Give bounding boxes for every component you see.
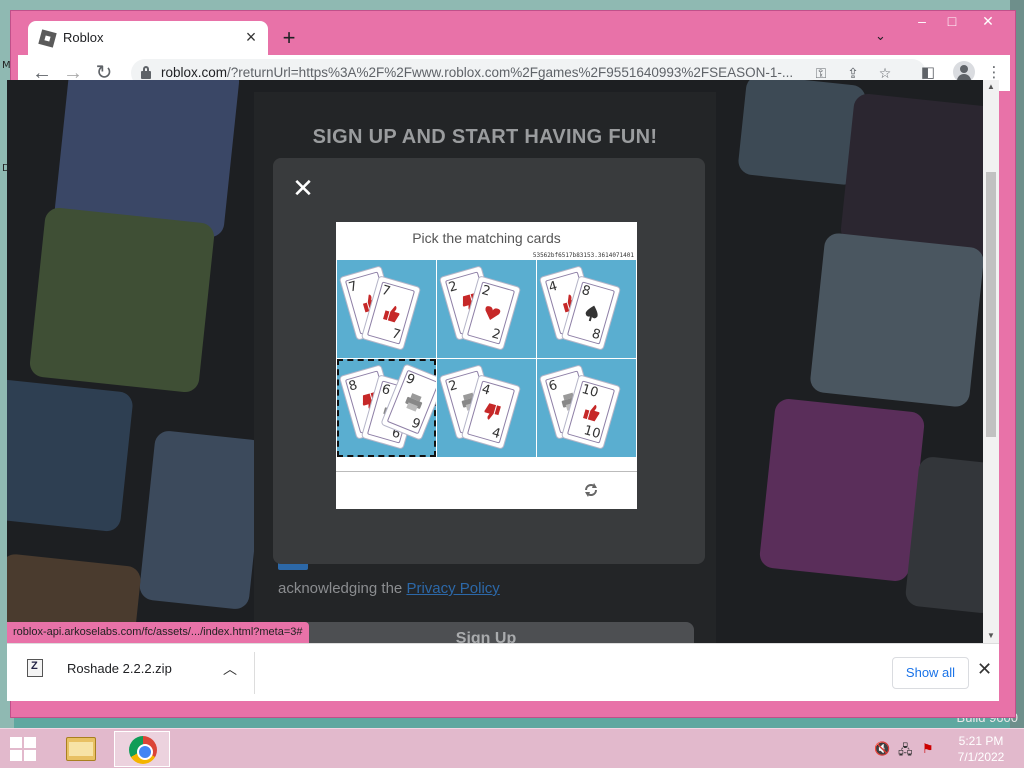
download-item[interactable]: Roshade 2.2.2.zip ︿ xyxy=(27,659,245,687)
game-thumbnail xyxy=(7,377,134,533)
captcha-cell-thumbs-up-spade-cards[interactable]: 4488 xyxy=(537,260,636,358)
tab-strip: Roblox × + ⌄ – □ ✕ xyxy=(11,11,1015,55)
close-downloads-icon[interactable]: ✕ xyxy=(977,659,992,680)
scrollbar-thumb[interactable] xyxy=(986,172,996,437)
game-thumbnail xyxy=(839,92,983,258)
captcha-cell-thumbs-down-heart-cards[interactable]: 2222 xyxy=(437,260,536,358)
downloads-divider xyxy=(254,652,255,694)
captcha-image-grid: 777722224488 8866992244661010 xyxy=(337,260,636,458)
chrome-icon xyxy=(129,736,157,764)
tab-search-chevron-icon[interactable]: ⌄ xyxy=(875,28,886,44)
taskbar: 🔇 🖧 ⚑ 5:21 PM 7/1/2022 xyxy=(0,728,1024,768)
chevron-up-icon[interactable]: ︿ xyxy=(223,659,237,679)
close-icon[interactable]: ✕ xyxy=(291,175,315,201)
lock-icon[interactable] xyxy=(141,66,151,79)
new-tab-button[interactable]: + xyxy=(277,27,301,51)
roblox-page: SIGN UP AND START HAVING FUN! acknowledg… xyxy=(7,80,983,643)
url-text[interactable]: roblox.com/?returnUrl=https%3A%2F%2Fwww.… xyxy=(161,65,811,80)
game-thumbnail xyxy=(28,206,216,394)
captcha-cell-printer-thumbs-up-cards[interactable]: 661010 xyxy=(537,359,636,457)
zip-file-icon xyxy=(27,659,43,677)
roblox-favicon-icon xyxy=(38,29,57,48)
action-center-icon[interactable]: ⚑ xyxy=(922,741,934,757)
game-thumbnail xyxy=(758,397,926,583)
maximize-button[interactable]: □ xyxy=(937,13,967,29)
clock-time: 5:21 PM xyxy=(958,734,1004,748)
captcha-modal: ✕ Pick the matching cards 53562bf6517b83… xyxy=(273,158,705,564)
privacy-acknowledgement: acknowledging the Privacy Policy xyxy=(278,580,500,597)
captcha-frame: Pick the matching cards 53562bf6517b8315… xyxy=(336,222,637,509)
refresh-icon[interactable] xyxy=(582,481,600,499)
taskbar-chrome[interactable] xyxy=(114,731,170,767)
taskbar-file-explorer[interactable] xyxy=(52,731,108,767)
captcha-divider xyxy=(336,471,637,472)
captcha-session-id: 53562bf6517b83153.3614071401 xyxy=(532,252,634,259)
tab-roblox[interactable]: Roblox × xyxy=(28,21,268,55)
desktop-background xyxy=(0,0,1024,10)
game-thumbnail xyxy=(138,429,266,611)
downloads-bar: Roshade 2.2.2.zip ︿ Show all ✕ xyxy=(7,643,999,701)
captcha-cell-printer-thumbs-cards[interactable]: 886699 xyxy=(337,359,436,457)
sign-up-button[interactable]: Sign Up xyxy=(278,622,694,643)
scroll-up-arrow-icon[interactable]: ▲ xyxy=(983,80,999,94)
captcha-instruction: Pick the matching cards xyxy=(412,230,561,246)
windows-start-icon[interactable] xyxy=(10,737,38,761)
privacy-policy-link[interactable]: Privacy Policy xyxy=(406,580,499,597)
captcha-cell-printer-thumbs-down-cards[interactable]: 2244 xyxy=(437,359,536,457)
page-scrollbar[interactable]: ▲ ▼ xyxy=(983,80,999,643)
close-window-button[interactable]: ✕ xyxy=(973,13,1003,30)
captcha-cell-thumbs-up-cards[interactable]: 7777 xyxy=(337,260,436,358)
system-clock[interactable]: 5:21 PM 7/1/2022 xyxy=(946,733,1016,765)
download-file-name: Roshade 2.2.2.zip xyxy=(67,661,172,676)
minimize-button[interactable]: – xyxy=(907,13,937,29)
tab-title: Roblox xyxy=(63,30,104,45)
network-icon[interactable]: 🖧 xyxy=(898,741,913,763)
show-all-button[interactable]: Show all xyxy=(892,657,969,689)
game-thumbnail xyxy=(809,232,983,408)
speaker-muted-icon[interactable]: 🔇 xyxy=(874,741,890,757)
signup-heading: SIGN UP AND START HAVING FUN! xyxy=(312,126,658,148)
tab-close-icon[interactable]: × xyxy=(241,27,261,47)
folder-icon xyxy=(66,737,96,761)
status-bar-url: roblox-api.arkoselabs.com/fc/assets/.../… xyxy=(7,622,309,643)
scroll-down-arrow-icon[interactable]: ▼ xyxy=(983,629,999,643)
clock-date: 7/1/2022 xyxy=(957,750,1005,764)
